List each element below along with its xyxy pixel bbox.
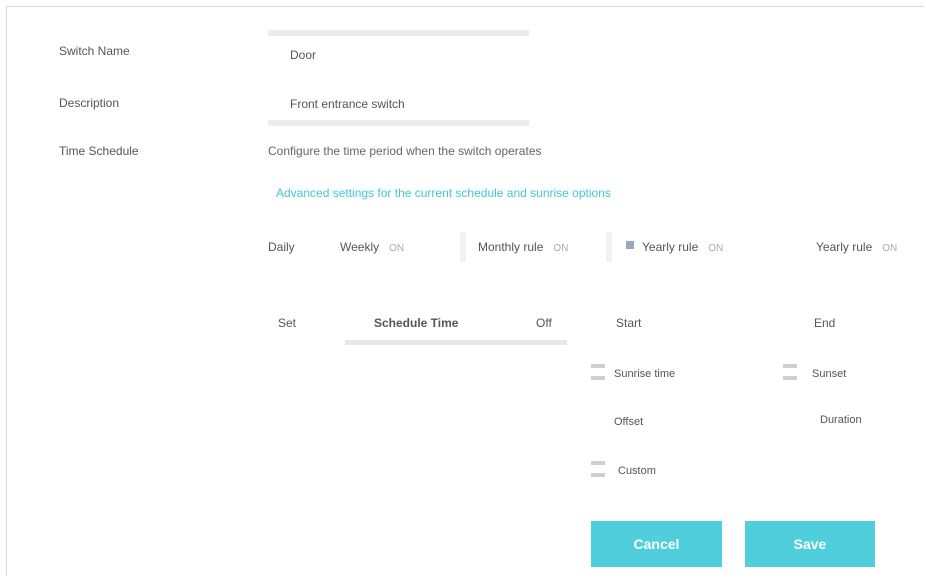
tab-separator xyxy=(606,232,612,262)
end-duration-label: Duration xyxy=(820,414,862,426)
tab-yearly-label: Yearly rule xyxy=(642,240,699,254)
tab-monthly-badge: ON xyxy=(553,243,569,254)
tab-daily-label: Daily xyxy=(268,240,295,254)
start-option-custom[interactable]: Custom xyxy=(618,465,656,477)
tab-monthly[interactable]: Monthly rule ON xyxy=(478,232,568,262)
description-value[interactable]: Front entrance switch xyxy=(290,97,405,111)
switch-name-label: Switch Name xyxy=(59,44,130,58)
description-field[interactable] xyxy=(268,120,529,126)
switch-name-field[interactable] xyxy=(268,30,529,36)
tab-yearly-badge: ON xyxy=(708,243,724,254)
tab-weekly-badge: ON xyxy=(389,243,405,254)
start-offset-label: Offset xyxy=(614,416,644,428)
tab-yearly[interactable]: Yearly rule ON xyxy=(626,232,723,262)
tab-separator xyxy=(460,232,466,262)
custom-option-toggle[interactable] xyxy=(591,461,605,477)
schedule-tabs: Daily Weekly ON Monthly rule ON Yearly rul… xyxy=(268,232,918,262)
calendar-icon xyxy=(626,241,634,249)
start-option-sunrise[interactable]: Sunrise time xyxy=(614,368,675,380)
subtab-off[interactable]: Off xyxy=(536,316,552,330)
tab-extra-label: Yearly rule xyxy=(816,240,873,254)
tab-monthly-label: Monthly rule xyxy=(478,240,544,254)
advanced-settings-link[interactable]: Advanced settings for the current schedu… xyxy=(276,186,611,200)
tab-weekly-label: Weekly xyxy=(340,240,380,254)
time-schedule-hint: Configure the time period when the switc… xyxy=(268,144,542,158)
description-label: Description xyxy=(59,96,120,110)
tab-extra[interactable]: Yearly rule ON xyxy=(816,232,897,262)
save-button[interactable]: Save xyxy=(745,521,875,567)
active-subtab-underline xyxy=(345,340,567,345)
start-option-toggle[interactable] xyxy=(591,364,605,380)
end-column-title: End xyxy=(814,316,836,330)
tab-daily[interactable]: Daily xyxy=(268,232,295,262)
start-column-title: Start xyxy=(616,316,642,330)
subtab-schedule-time[interactable]: Schedule Time xyxy=(374,316,458,330)
end-option-toggle[interactable] xyxy=(783,364,797,380)
cancel-button[interactable]: Cancel xyxy=(591,521,722,567)
tab-extra-badge: ON xyxy=(882,243,898,254)
tab-weekly[interactable]: Weekly ON xyxy=(340,232,404,262)
switch-name-value[interactable]: Door xyxy=(290,48,316,62)
time-schedule-label: Time Schedule xyxy=(59,144,139,158)
subtab-set[interactable]: Set xyxy=(278,316,296,330)
dialog-frame xyxy=(6,6,924,576)
end-option-sunset[interactable]: Sunset xyxy=(812,368,846,380)
